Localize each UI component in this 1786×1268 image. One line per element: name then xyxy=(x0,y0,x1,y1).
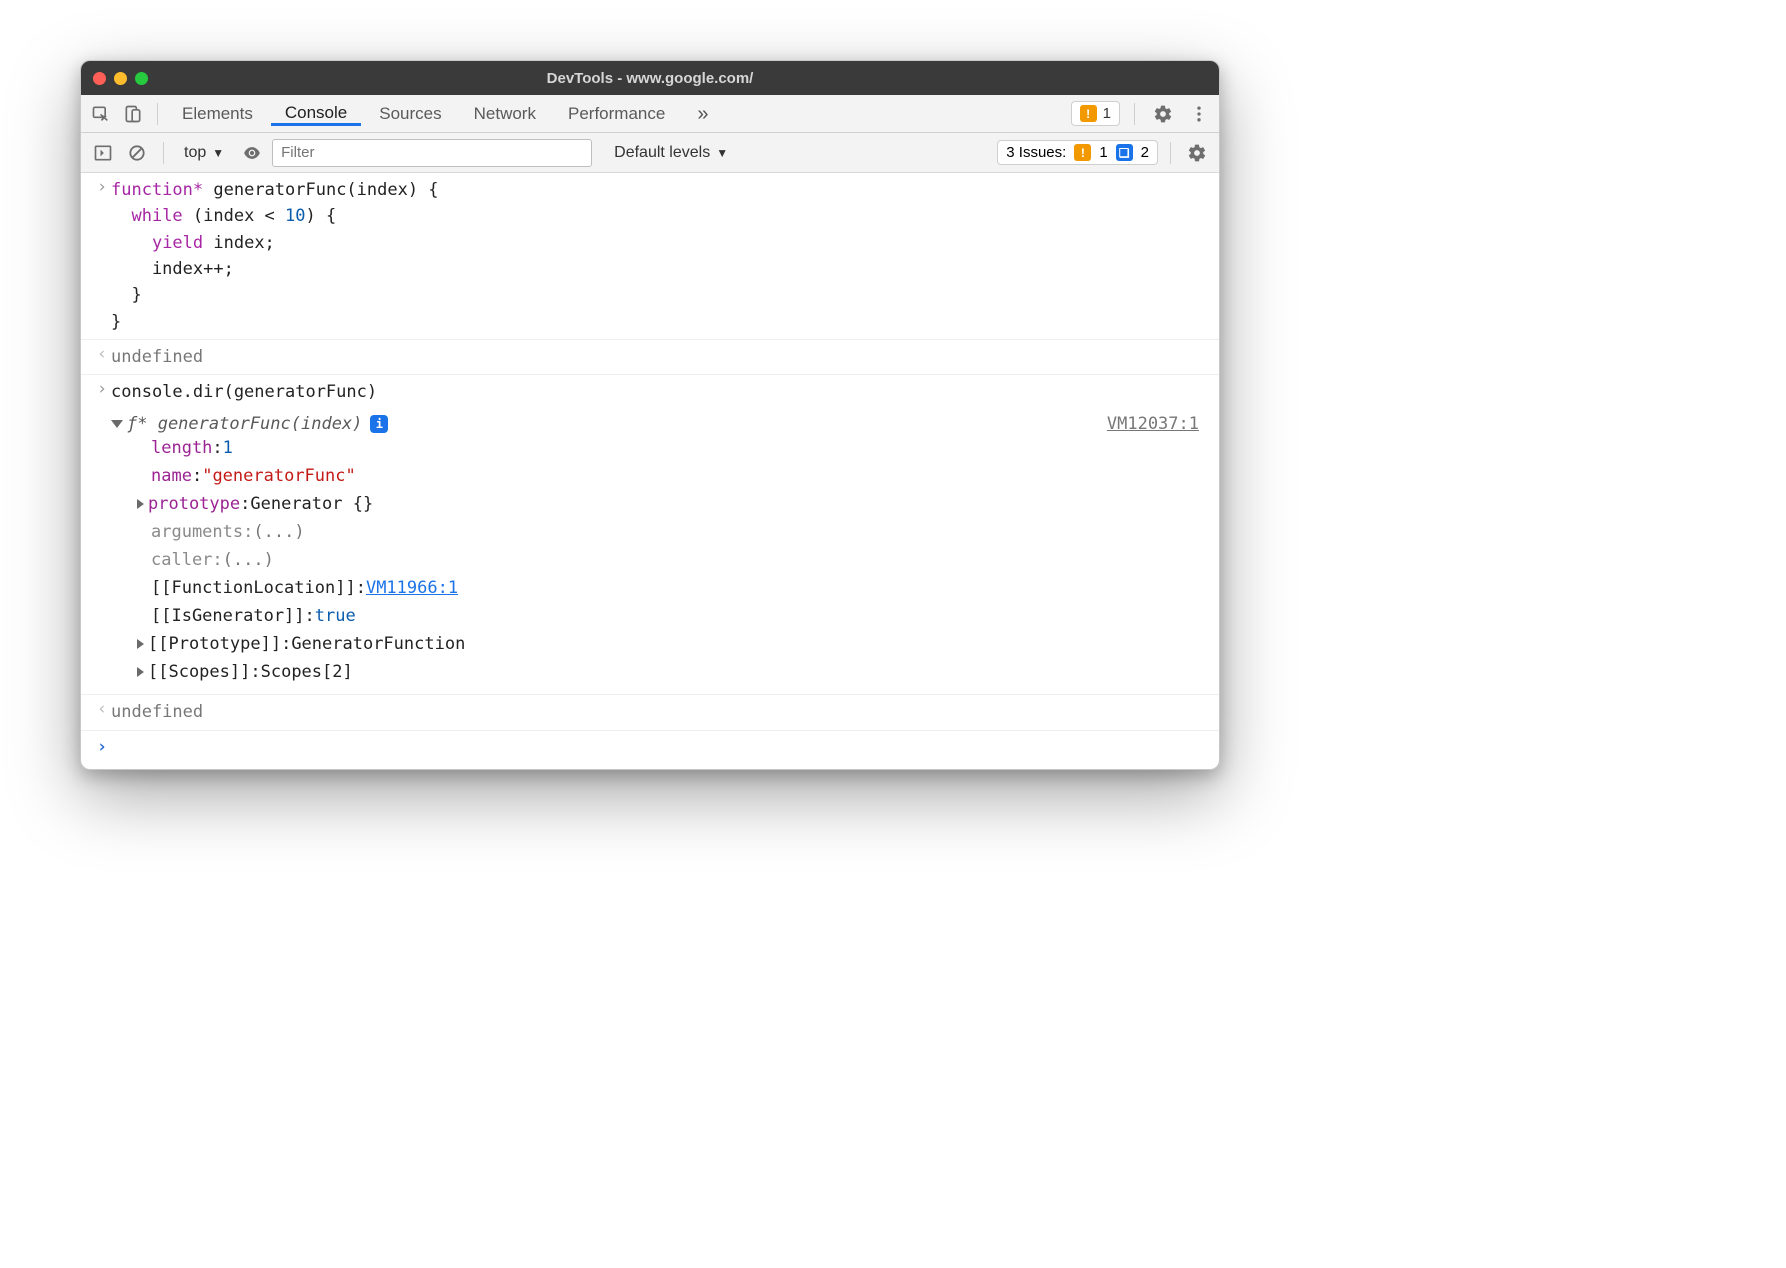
info-icon: ❏ xyxy=(1116,144,1133,161)
issues-label: 3 Issues: xyxy=(1006,144,1066,161)
disclosure-triangle-icon[interactable] xyxy=(111,420,123,428)
input-chevron-icon: › xyxy=(93,379,111,405)
gear-icon[interactable] xyxy=(1149,100,1177,128)
tab-console[interactable]: Console xyxy=(271,103,361,126)
object-summary: ƒ* generatorFunc(index) xyxy=(127,414,362,434)
disclosure-triangle-icon[interactable] xyxy=(137,499,144,509)
close-icon[interactable] xyxy=(93,72,106,85)
levels-label: Default levels xyxy=(614,144,710,162)
divider xyxy=(1170,142,1171,164)
log-levels-selector[interactable]: Default levels ▼ xyxy=(598,144,738,162)
return-value: undefined xyxy=(111,344,203,370)
divider xyxy=(163,142,164,164)
issues-warn-count: 1 xyxy=(1099,144,1107,161)
device-toolbar-icon[interactable] xyxy=(119,100,147,128)
issues-button[interactable]: 3 Issues: ! 1 ❏ 2 xyxy=(997,140,1158,165)
chevron-down-icon: ▼ xyxy=(716,146,728,160)
window-title: DevTools - www.google.com/ xyxy=(81,70,1219,87)
console-input-row[interactable]: › function* generatorFunc(index) { while… xyxy=(81,173,1219,340)
object-property[interactable]: name: "generatorFunc" xyxy=(93,462,1207,490)
live-expression-icon[interactable] xyxy=(238,139,266,167)
devtools-window: DevTools - www.google.com/ Elements Cons… xyxy=(80,60,1220,770)
tab-performance[interactable]: Performance xyxy=(554,104,679,124)
object-property[interactable]: [[IsGenerator]]: true xyxy=(93,602,1207,630)
output-chevron-icon: ‹ xyxy=(93,699,111,725)
warnings-count: 1 xyxy=(1103,105,1111,122)
prompt-chevron-icon: › xyxy=(93,737,111,757)
panel-tabs: Elements Console Sources Network Perform… xyxy=(81,95,1219,133)
console-output-row: ‹ undefined xyxy=(81,695,1219,730)
clear-console-icon[interactable] xyxy=(123,139,151,167)
warning-icon: ! xyxy=(1074,144,1091,161)
console-output-row: ‹ undefined xyxy=(81,340,1219,375)
console-settings-gear-icon[interactable] xyxy=(1183,139,1211,167)
inspect-element-icon[interactable] xyxy=(87,100,115,128)
kebab-menu-icon[interactable] xyxy=(1185,100,1213,128)
console-log: › function* generatorFunc(index) { while… xyxy=(81,173,1219,769)
tab-network[interactable]: Network xyxy=(460,104,550,124)
chevron-down-icon: ▼ xyxy=(212,146,224,160)
object-output: ƒ* generatorFunc(index) i VM12037:1 leng… xyxy=(81,410,1219,695)
execution-context-selector[interactable]: top ▼ xyxy=(176,140,232,166)
divider xyxy=(1134,103,1135,125)
object-property[interactable]: [[Scopes]]: Scopes[2] xyxy=(93,658,1207,686)
object-property[interactable]: prototype: Generator {} xyxy=(93,490,1207,518)
divider xyxy=(157,103,158,125)
vm-link[interactable]: VM11966:1 xyxy=(366,574,458,602)
filter-input[interactable] xyxy=(272,139,592,167)
object-property[interactable]: arguments: (...) xyxy=(93,518,1207,546)
object-property[interactable]: [[Prototype]]: GeneratorFunction xyxy=(93,630,1207,658)
console-prompt[interactable]: › xyxy=(81,731,1219,769)
console-sidebar-icon[interactable] xyxy=(89,139,117,167)
disclosure-triangle-icon[interactable] xyxy=(137,639,144,649)
traffic-lights xyxy=(93,72,148,85)
object-header[interactable]: ƒ* generatorFunc(index) i VM12037:1 xyxy=(93,414,1207,434)
return-value: undefined xyxy=(111,699,203,725)
code-block: function* generatorFunc(index) { while (… xyxy=(111,177,439,335)
object-property[interactable]: caller: (...) xyxy=(93,546,1207,574)
console-toolbar: top ▼ Default levels ▼ 3 Issues: ! 1 ❏ 2 xyxy=(81,133,1219,173)
object-property[interactable]: length: 1 xyxy=(93,434,1207,462)
issues-info-count: 2 xyxy=(1141,144,1149,161)
tab-elements[interactable]: Elements xyxy=(168,104,267,124)
warning-icon: ! xyxy=(1080,105,1097,122)
tabs-overflow-icon[interactable]: » xyxy=(683,104,722,124)
info-icon[interactable]: i xyxy=(370,415,388,433)
warnings-badge[interactable]: ! 1 xyxy=(1071,101,1120,126)
zoom-icon[interactable] xyxy=(135,72,148,85)
disclosure-triangle-icon[interactable] xyxy=(137,667,144,677)
output-chevron-icon: ‹ xyxy=(93,344,111,370)
input-chevron-icon: › xyxy=(93,177,111,335)
tab-sources[interactable]: Sources xyxy=(365,104,455,124)
title-bar: DevTools - www.google.com/ xyxy=(81,61,1219,95)
code-line: console.dir(generatorFunc) xyxy=(111,379,377,405)
object-property[interactable]: [[FunctionLocation]]: VM11966:1 xyxy=(93,574,1207,602)
context-label: top xyxy=(184,144,206,162)
source-link[interactable]: VM12037:1 xyxy=(1107,414,1207,434)
console-input-row[interactable]: › console.dir(generatorFunc) xyxy=(81,375,1219,409)
minimize-icon[interactable] xyxy=(114,72,127,85)
